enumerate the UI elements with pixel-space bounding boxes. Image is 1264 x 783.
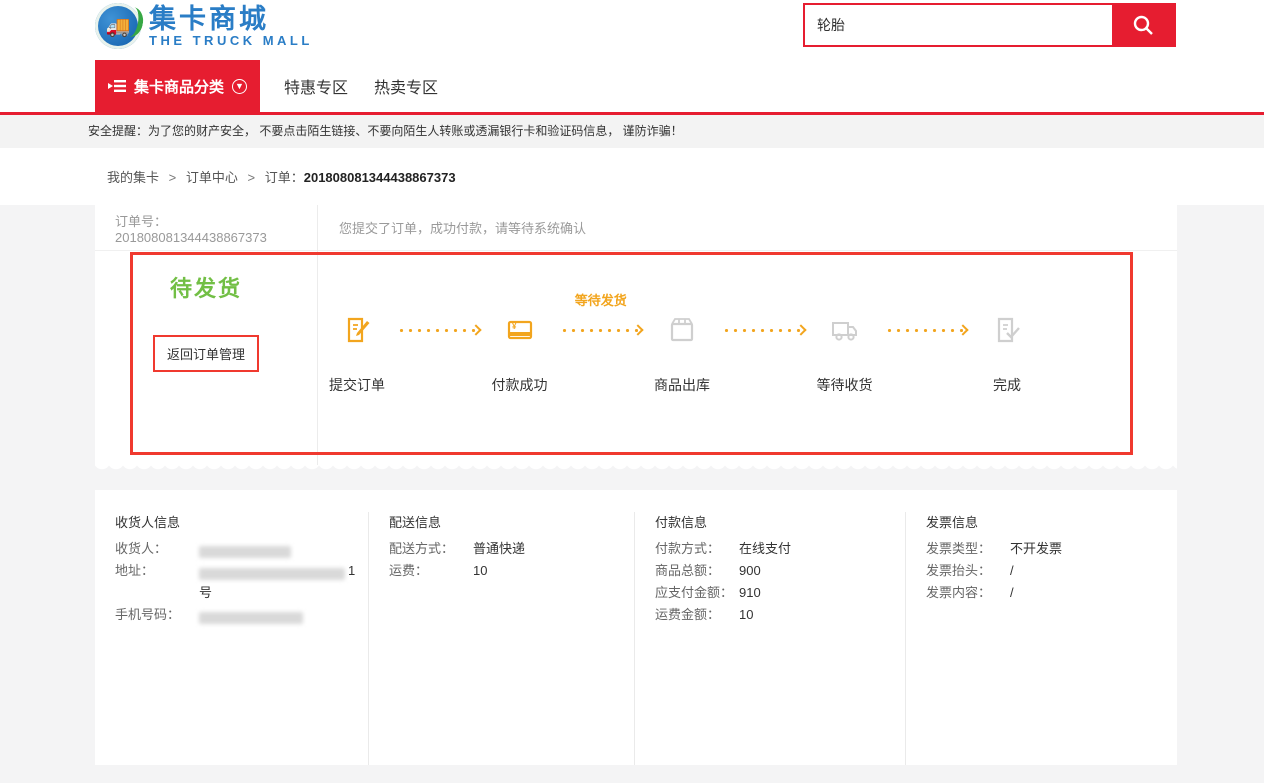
section-title: 配送信息: [389, 512, 634, 531]
field-label: 发票类型：: [926, 538, 1010, 560]
invoice-header-value: /: [1010, 560, 1014, 582]
shipping-info-section: 配送信息 配送方式：普通快递 运费：10: [368, 512, 634, 765]
invoice-type-value: 不开发票: [1010, 538, 1062, 560]
document-pen-icon: [343, 316, 371, 344]
field-label: 应支付金额：: [655, 582, 739, 604]
step-goods-outbound: 商品出库: [652, 316, 712, 395]
payment-info-section: 付款信息 付款方式：在线支付 商品总额：900 应支付金额：910 运费金额：1…: [634, 512, 905, 765]
page: 🚚 集卡商城 THE TRUCK MALL 集卡商品分类: [0, 0, 1264, 783]
search-icon: [1131, 13, 1155, 37]
field-label: 收货人：: [115, 538, 199, 560]
step-label: 完成: [993, 375, 1021, 395]
invoice-info-section: 发票信息 发票类型：不开发票 发票抬头：/ 发票内容：/: [905, 512, 1177, 765]
section-title: 付款信息: [655, 512, 905, 531]
logo-title: 集卡商城: [149, 5, 313, 33]
shipping-fee-value: 10: [473, 560, 487, 582]
address-visible-tail: 1: [348, 563, 355, 578]
order-info-card: 收货人信息 收货人： 地址： 1 号 手机号码：: [95, 490, 1177, 765]
receiver-address-row: 地址： 1 号: [115, 560, 368, 604]
order-status-card: 订单号： 201808081344438867373 您提交了订单，成功付款，请…: [95, 205, 1177, 465]
step-label: 等待收货: [817, 375, 873, 395]
document-check-icon: [993, 316, 1021, 344]
field-label: 商品总额：: [655, 560, 739, 582]
step-label: 提交订单: [329, 375, 385, 395]
redacted-address: [199, 568, 345, 580]
step-awaiting-receipt: 等待收货: [815, 316, 875, 395]
breadcrumb-separator: >: [169, 170, 177, 185]
order-status-text: 待发货: [95, 271, 317, 303]
field-label: 运费金额：: [655, 604, 739, 626]
field-label: 配送方式：: [389, 538, 473, 560]
breadcrumb-order-label: 订单：: [265, 170, 304, 185]
redacted-name: [199, 546, 291, 558]
progress-arrow: [397, 316, 480, 344]
breadcrumb-order-center[interactable]: 订单中心: [186, 170, 238, 185]
category-menu-label: 集卡商品分类: [134, 76, 224, 97]
order-status-message: 您提交了订单，成功付款，请等待系统确认: [317, 218, 1177, 237]
breadcrumb-separator: >: [248, 170, 256, 185]
field-label: 发票内容：: [926, 582, 1010, 604]
step-complete: 完成: [977, 316, 1037, 395]
order-status-header: 订单号： 201808081344438867373 您提交了订单，成功付款，请…: [95, 205, 1177, 251]
progress-arrow: [885, 316, 968, 344]
goods-total-value: 900: [739, 560, 761, 582]
package-box-icon: [668, 316, 696, 344]
tab-special-offers[interactable]: 特惠专区: [284, 74, 348, 98]
receiver-info-section: 收货人信息 收货人： 地址： 1 号 手机号码：: [95, 512, 368, 765]
payable-amount-value: 910: [739, 582, 761, 604]
svg-text:¥: ¥: [512, 322, 517, 331]
payment-method-value: 在线支付: [739, 538, 791, 560]
order-number-label: 订单号：: [115, 214, 167, 229]
back-to-orders-button[interactable]: 返回订单管理: [153, 335, 259, 372]
redacted-phone: [199, 612, 303, 624]
progress-arrow: 等待发货: [560, 316, 643, 344]
security-notice: 安全提醒：为了您的财产安全， 不要点击陌生链接、不要向陌生人转账或透漏银行卡和验…: [0, 115, 1264, 148]
step-label: 付款成功: [492, 375, 548, 395]
search-input[interactable]: [805, 5, 1112, 45]
main-nav: 集卡商品分类 ▼ 特惠专区 热卖专区: [0, 60, 1264, 115]
delivery-truck-icon: [831, 316, 859, 344]
top-header: 🚚 集卡商城 THE TRUCK MALL: [0, 0, 1264, 60]
receiver-name-row: 收货人：: [115, 538, 368, 560]
progress-arrow: [722, 316, 805, 344]
field-label: 发票抬头：: [926, 560, 1010, 582]
waiting-shipment-label: 等待发货: [560, 290, 643, 309]
section-title: 收货人信息: [115, 512, 368, 531]
search-button[interactable]: [1112, 5, 1174, 45]
step-payment-success: ¥ 付款成功: [490, 316, 550, 395]
step-submit-order: 提交订单: [327, 316, 387, 395]
breadcrumb-order-number: 201808081344438867373: [304, 170, 456, 185]
tab-hot-sale[interactable]: 热卖专区: [374, 74, 438, 98]
search-bar: [803, 3, 1176, 47]
payment-card-icon: ¥: [506, 316, 534, 344]
receiver-phone-row: 手机号码：: [115, 604, 368, 626]
site-logo[interactable]: 🚚 集卡商城 THE TRUCK MALL: [95, 3, 313, 49]
category-menu-button[interactable]: 集卡商品分类 ▼: [95, 60, 260, 112]
breadcrumb-my-account[interactable]: 我的集卡: [107, 170, 159, 185]
section-title: 发票信息: [926, 512, 1177, 531]
order-number: 订单号： 201808081344438867373: [95, 211, 317, 245]
order-progress-steps: 提交订单 ¥ 付款成功 等待发货 商品出库: [327, 316, 1037, 395]
logo-subtitle: THE TRUCK MALL: [149, 33, 313, 48]
content-area: 订单号： 201808081344438867373 您提交了订单，成功付款，请…: [0, 205, 1264, 783]
chevron-down-circle-icon: ▼: [232, 79, 247, 94]
truck-logo-icon: 🚚: [95, 3, 141, 49]
category-list-icon: [108, 79, 126, 93]
order-number-value: 201808081344438867373: [115, 230, 267, 245]
shipping-method-value: 普通快递: [473, 538, 525, 560]
field-label: 运费：: [389, 560, 473, 582]
freight-amount-value: 10: [739, 604, 753, 626]
invoice-content-value: /: [1010, 582, 1014, 604]
field-label: 付款方式：: [655, 538, 739, 560]
card-scalloped-edge: [95, 465, 1177, 474]
breadcrumb: 我的集卡 > 订单中心 > 订单：201808081344438867373: [107, 167, 456, 186]
address-line2: 号: [199, 585, 212, 600]
step-label: 商品出库: [654, 375, 710, 395]
field-label: 地址：: [115, 560, 199, 604]
field-label: 手机号码：: [115, 604, 199, 626]
nav-tabs: 特惠专区 热卖专区: [284, 60, 438, 112]
